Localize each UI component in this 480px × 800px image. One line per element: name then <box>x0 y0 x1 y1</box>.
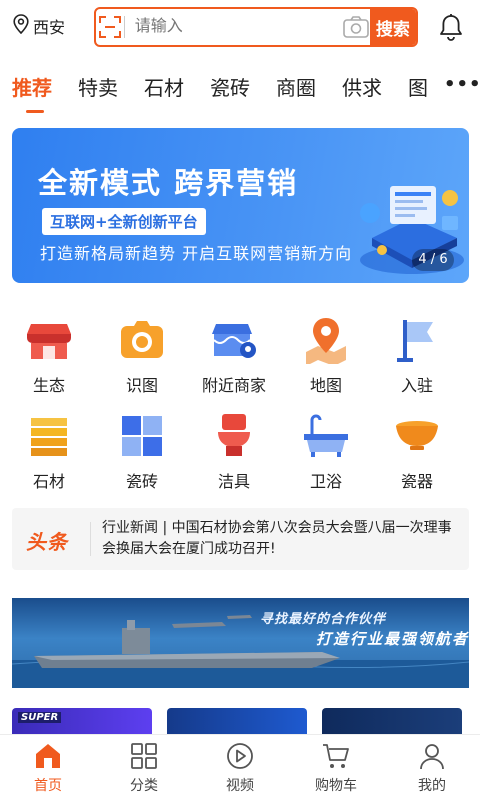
grid-label: 瓷器 <box>400 472 433 491</box>
app-home-screen: 西安 搜索 推荐 特卖 石材 瓷砖 商圈 供求 图 ••• 全新模式 跨界营销 <box>0 0 480 800</box>
location-label: 西安 <box>33 18 66 37</box>
product-card[interactable] <box>167 708 307 734</box>
product-card[interactable]: SUPER <box>12 708 152 734</box>
banner-subtitle: 打造新格局新趋势 开启互联网营销新方向 <box>40 244 353 263</box>
grid-label: 入驻 <box>400 376 433 395</box>
search-button[interactable]: 搜索 <box>369 9 416 45</box>
nav-label: 分类 <box>130 778 158 794</box>
grid-item-join[interactable]: 入驻 <box>372 316 462 396</box>
nav-video[interactable]: 视频 <box>192 741 288 795</box>
toilet-icon <box>210 412 258 460</box>
grid-item-map[interactable]: 地图 <box>281 316 371 396</box>
map-icon <box>302 316 350 366</box>
more-tabs-icon[interactable]: ••• <box>444 74 480 95</box>
banner-title: 全新模式 跨界营销 <box>38 166 299 200</box>
news-tag: 头条 <box>26 530 68 554</box>
grid-label: 识图 <box>125 376 158 395</box>
grid-label: 石材 <box>32 472 65 491</box>
nav-label: 我的 <box>418 778 446 794</box>
grid-item-nearby-stores[interactable]: 附近商家 <box>189 316 279 396</box>
grid-item-porcelain[interactable]: 瓷器 <box>372 412 462 492</box>
grid-item-sanitary[interactable]: 洁具 <box>189 412 279 492</box>
grid-item-tile[interactable]: 瓷砖 <box>97 412 187 492</box>
category-tabs: 推荐 特卖 石材 瓷砖 商圈 供求 图 <box>0 62 480 112</box>
top-header: 西安 搜索 <box>0 0 480 56</box>
grid-label: 生态 <box>32 376 65 395</box>
tab-stone[interactable]: 石材 <box>144 72 184 101</box>
nav-profile[interactable]: 我的 <box>384 741 480 795</box>
nav-label: 首页 <box>34 778 62 794</box>
nav-cart[interactable]: 购物车 <box>288 741 384 795</box>
user-icon <box>417 741 447 771</box>
play-icon <box>225 741 255 771</box>
cart-icon <box>321 741 351 771</box>
scan-icon[interactable] <box>96 9 124 45</box>
grid-item-image-recognition[interactable]: 识图 <box>97 316 187 396</box>
nav-label: 购物车 <box>315 778 357 794</box>
tile-icon <box>118 412 166 460</box>
grid-label: 地图 <box>309 376 342 395</box>
bottom-navigation: 首页 分类 视频 购物车 我的 <box>0 734 480 800</box>
nav-category[interactable]: 分类 <box>96 741 192 795</box>
stone-slab-icon <box>25 412 73 460</box>
grid-item-stone[interactable]: 石材 <box>4 412 94 492</box>
grid-item-bathroom[interactable]: 卫浴 <box>281 412 371 492</box>
location-pin-icon <box>12 14 33 38</box>
grid-label: 洁具 <box>217 472 250 491</box>
shop-icon <box>25 316 73 364</box>
tab-recommend[interactable]: 推荐 <box>12 72 52 101</box>
active-tab-indicator <box>26 110 44 113</box>
grid-label: 卫浴 <box>309 472 342 491</box>
search-bar: 搜索 <box>94 7 418 47</box>
tab-image[interactable]: 图 <box>408 72 428 101</box>
grid-label: 瓷砖 <box>125 472 158 491</box>
nav-home[interactable]: 首页 <box>0 741 96 795</box>
news-text: 行业新闻 | 中国石材协会第八次会员大会暨八届一次理事会换届大会在厦门成功召开! <box>102 520 452 557</box>
camera-search-icon[interactable] <box>342 16 370 38</box>
tab-business-circle[interactable]: 商圈 <box>276 72 316 101</box>
grid-label: 附近商家 <box>201 376 266 395</box>
promo-banner[interactable]: 全新模式 跨界营销 互联网+全新创新平台 打造新格局新趋势 开启互联网营销新方向… <box>12 128 469 283</box>
grid-icon <box>129 741 159 771</box>
bell-icon[interactable] <box>438 13 464 45</box>
tab-supply-demand[interactable]: 供求 <box>342 72 382 101</box>
tab-sale[interactable]: 特卖 <box>78 72 118 101</box>
bathtub-icon <box>302 412 350 460</box>
ad-line-2: 打造行业最强领航者 <box>316 630 469 648</box>
headline-news[interactable]: 头条 行业新闻 | 中国石材协会第八次会员大会暨八届一次理事会换届大会在厦门成功… <box>12 508 469 570</box>
bowl-icon <box>393 412 441 460</box>
nearby-store-icon <box>210 316 258 364</box>
ad-banner[interactable]: 寻找最好的合作伙伴 打造行业最强领航者 <box>12 598 469 688</box>
ad-line-1: 寻找最好的合作伙伴 <box>260 612 387 627</box>
news-divider <box>90 522 91 556</box>
flag-icon <box>393 316 441 364</box>
search-input[interactable] <box>124 9 342 45</box>
home-icon <box>33 741 63 771</box>
grid-item-ecology[interactable]: 生态 <box>4 316 94 396</box>
card-label: SUPER <box>18 712 62 723</box>
location-selector[interactable]: 西安 <box>12 14 65 38</box>
banner-page-indicator: 4 / 6 <box>412 249 454 271</box>
product-card[interactable] <box>322 708 462 734</box>
banner-badge: 互联网+全新创新平台 <box>42 208 206 235</box>
nav-label: 视频 <box>226 778 254 794</box>
tab-tile[interactable]: 瓷砖 <box>210 72 250 101</box>
camera-icon <box>118 316 166 364</box>
